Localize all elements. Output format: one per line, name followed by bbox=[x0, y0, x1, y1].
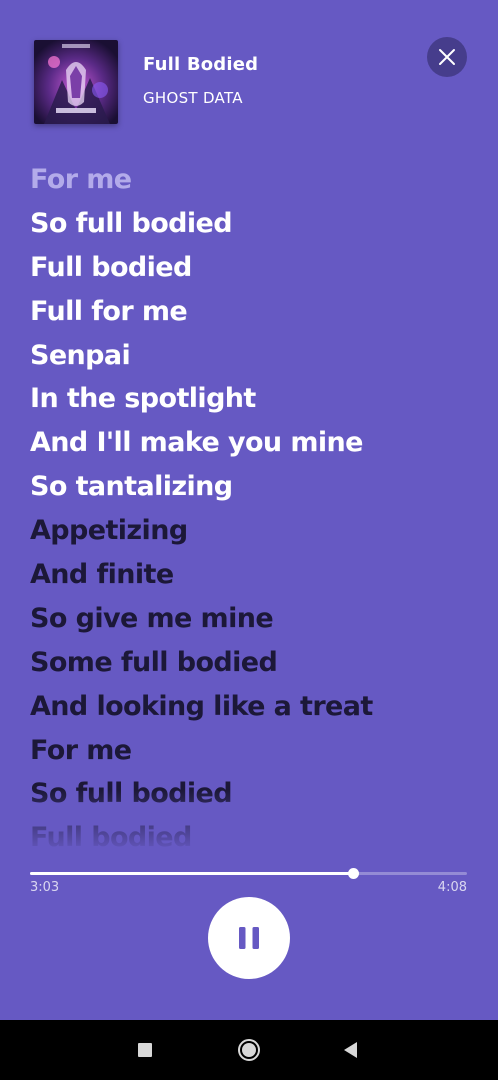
progress-bar[interactable] bbox=[30, 868, 467, 879]
progress-fill bbox=[30, 872, 353, 875]
close-button[interactable] bbox=[427, 37, 467, 77]
home-button[interactable] bbox=[237, 1038, 261, 1062]
lyric-line[interactable]: Full bodied bbox=[30, 816, 480, 848]
lyric-line[interactable]: So give me mine bbox=[30, 597, 480, 641]
pause-button[interactable] bbox=[208, 897, 290, 979]
system-nav-bar bbox=[0, 1020, 498, 1080]
lyric-line[interactable]: So full bodied bbox=[30, 202, 480, 246]
lyrics-screen: Full Bodied GHOST DATA For me So full bo… bbox=[0, 0, 498, 1020]
elapsed-time: 3:03 bbox=[30, 880, 60, 895]
lyric-line[interactable]: Full bodied bbox=[30, 246, 480, 290]
circle-icon bbox=[238, 1039, 260, 1061]
lyric-line[interactable]: So tantalizing bbox=[30, 465, 480, 509]
lyric-line[interactable]: In the spotlight bbox=[30, 377, 480, 421]
lyric-line[interactable]: And looking like a treat bbox=[30, 685, 480, 729]
lyric-line[interactable]: And I'll make you mine bbox=[30, 421, 480, 465]
now-playing-header: Full Bodied GHOST DATA bbox=[0, 0, 498, 150]
lyric-line[interactable]: Appetizing bbox=[30, 509, 480, 553]
track-title: Full Bodied bbox=[143, 54, 259, 75]
square-icon bbox=[138, 1043, 152, 1057]
triangle-back-icon bbox=[344, 1042, 357, 1058]
lyric-line[interactable]: Some full bodied bbox=[30, 641, 480, 685]
recents-button[interactable] bbox=[133, 1038, 157, 1062]
album-cover-icon bbox=[34, 40, 118, 124]
lyric-line[interactable]: Full for me bbox=[30, 290, 480, 334]
total-time: 4:08 bbox=[437, 880, 467, 895]
pause-icon bbox=[239, 927, 259, 949]
lyric-line[interactable]: For me bbox=[30, 158, 480, 202]
track-artist[interactable]: GHOST DATA bbox=[143, 89, 243, 107]
progress-knob[interactable] bbox=[347, 868, 359, 879]
lyric-line[interactable]: And finite bbox=[30, 553, 480, 597]
close-icon bbox=[439, 49, 455, 65]
lyric-line[interactable]: For me bbox=[30, 729, 480, 773]
album-art[interactable] bbox=[34, 40, 118, 124]
lyrics-list[interactable]: For me So full bodied Full bodied Full f… bbox=[30, 158, 480, 848]
lyric-line[interactable]: So full bodied bbox=[30, 772, 480, 816]
lyric-line[interactable]: Senpai bbox=[30, 334, 480, 378]
back-button[interactable] bbox=[339, 1038, 363, 1062]
